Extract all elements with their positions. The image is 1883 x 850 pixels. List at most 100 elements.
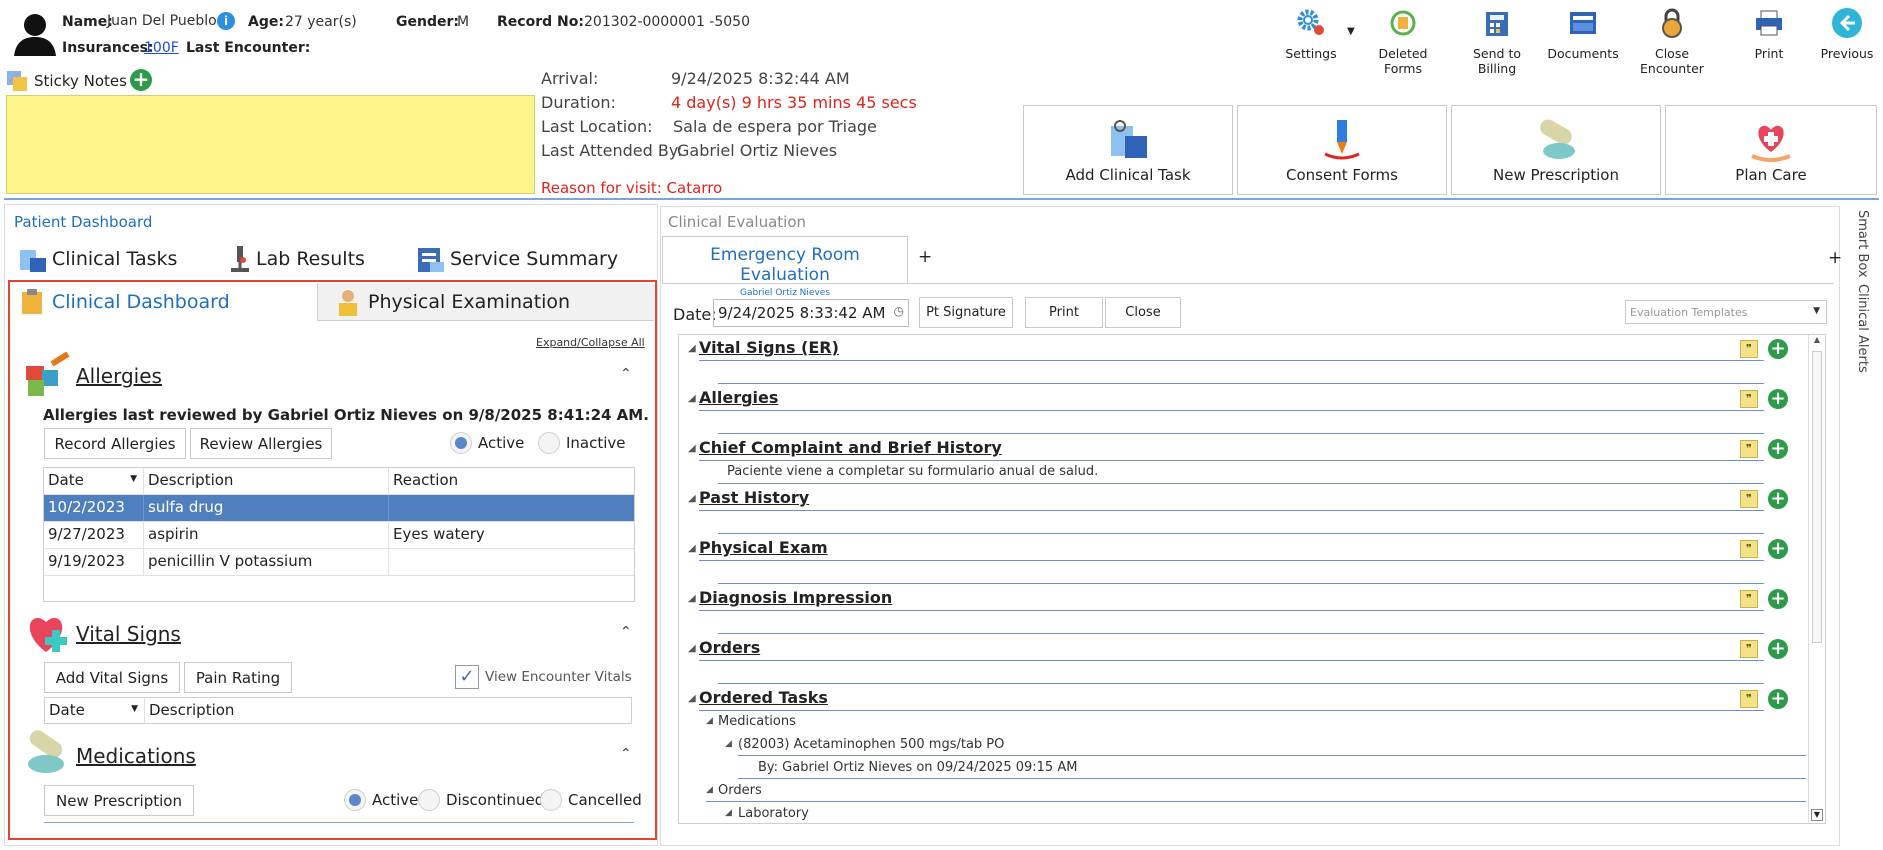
allergies-active-radio[interactable]: Active xyxy=(450,432,524,454)
col-reaction-header[interactable]: Reaction xyxy=(389,468,634,494)
tree-medications[interactable]: Medications xyxy=(718,714,796,729)
collapse-section-icon[interactable]: ◢ xyxy=(688,443,696,454)
review-allergies-button[interactable]: Review Allergies xyxy=(190,428,332,459)
table-row[interactable]: 9/27/2023 aspirin Eyes watery xyxy=(44,522,634,549)
table-row[interactable]: 9/19/2023 penicillin V potassium xyxy=(44,549,634,576)
quote-note-icon[interactable]: ❞ xyxy=(1740,640,1758,658)
section-title[interactable]: Physical Exam xyxy=(699,538,828,557)
quote-note-icon[interactable]: ❞ xyxy=(1740,590,1758,608)
evaluation-section[interactable]: ◢ Vital Signs (ER) ❞ + xyxy=(688,338,1808,384)
meds-active-radio[interactable]: Active xyxy=(344,789,418,811)
close-evaluation-button[interactable]: Close xyxy=(1105,297,1181,328)
documents-button[interactable]: Documents xyxy=(1538,6,1628,61)
vital-signs-title[interactable]: Vital Signs xyxy=(76,622,181,646)
tab-clinical-tasks[interactable]: Clinical Tasks xyxy=(18,244,177,274)
collapse-section-icon[interactable]: ◢ xyxy=(688,643,696,654)
evaluation-section[interactable]: ◢ Past History ❞ + xyxy=(688,488,1808,534)
insurance-link[interactable]: 100F xyxy=(144,40,179,56)
section-title[interactable]: Orders xyxy=(699,638,760,657)
collapse-section-icon[interactable]: ◢ xyxy=(688,543,696,554)
tab-service-summary[interactable]: Service Summary xyxy=(416,244,618,274)
collapse-tree-icon[interactable]: ◢ xyxy=(706,716,713,726)
collapse-medications-icon[interactable]: ⌃ xyxy=(620,746,632,762)
collapse-vitals-icon[interactable]: ⌃ xyxy=(620,624,632,640)
add-section-icon[interactable]: + xyxy=(1768,489,1788,509)
add-section-icon[interactable]: + xyxy=(1768,389,1788,409)
section-title[interactable]: Past History xyxy=(699,488,809,507)
quote-note-icon[interactable]: ❞ xyxy=(1740,490,1758,508)
collapse-tree-icon[interactable]: ◢ xyxy=(706,785,713,795)
section-title[interactable]: Vital Signs (ER) xyxy=(699,338,839,357)
smart-box-tab[interactable]: Smart Box xyxy=(1850,210,1870,280)
meds-cancelled-radio[interactable]: Cancelled xyxy=(540,789,642,811)
section-title[interactable]: Chief Complaint and Brief History xyxy=(699,438,1002,457)
quote-note-icon[interactable]: ❞ xyxy=(1740,440,1758,458)
table-row[interactable]: 10/2/2023 sulfa drug xyxy=(44,495,634,522)
scroll-down-icon[interactable]: ▼ xyxy=(1811,809,1823,821)
expand-collapse-link[interactable]: Expand/Collapse All xyxy=(536,336,645,349)
collapse-section-icon[interactable]: ◢ xyxy=(688,393,696,404)
evaluation-section[interactable]: ◢ Allergies ❞ + xyxy=(688,388,1808,434)
col-date-header[interactable]: Date ▼ xyxy=(44,468,144,494)
record-allergies-button[interactable]: Record Allergies xyxy=(44,428,186,459)
tree-med-item[interactable]: (82003) Acetaminophen 500 mgs/tab PO xyxy=(738,737,1004,752)
print-toolbar-button[interactable]: Print xyxy=(1724,6,1814,61)
tab-physical-examination[interactable]: Physical Examination xyxy=(318,283,654,321)
new-prescription-button[interactable]: New Prescription xyxy=(44,785,194,816)
sticky-notes-area[interactable] xyxy=(6,95,535,194)
pain-rating-button[interactable]: Pain Rating xyxy=(184,662,292,693)
add-section-icon[interactable]: + xyxy=(1768,689,1788,709)
evaluation-section[interactable]: ◢ Ordered Tasks ❞ + xyxy=(688,688,1808,734)
close-encounter-button[interactable]: Close Encounter xyxy=(1627,6,1717,76)
vitals-col-description[interactable]: Description xyxy=(145,698,625,723)
add-section-icon[interactable]: + xyxy=(1768,589,1788,609)
add-sticky-note-button[interactable]: + xyxy=(130,69,152,91)
clinical-alerts-tab[interactable]: Clinical Alerts xyxy=(1850,284,1870,374)
chevron-down-icon[interactable]: ▼ xyxy=(1347,26,1355,37)
add-tab-button[interactable]: + xyxy=(918,247,932,267)
col-description-header[interactable]: Description xyxy=(144,468,389,494)
add-section-icon[interactable]: + xyxy=(1768,539,1788,559)
collapse-section-icon[interactable]: ◢ xyxy=(688,693,696,704)
section-title[interactable]: Ordered Tasks xyxy=(699,688,828,707)
vitals-col-date[interactable]: Date ▼ xyxy=(45,698,145,723)
date-input[interactable]: 9/24/2025 8:33:42 AM ◷ xyxy=(713,299,909,327)
deleted-forms-button[interactable]: Deleted Forms xyxy=(1358,6,1448,76)
calendar-icon[interactable]: ◷ xyxy=(894,304,904,318)
settings-button[interactable]: Settings xyxy=(1266,6,1356,61)
allergies-inactive-radio[interactable]: Inactive xyxy=(538,432,626,454)
medications-title[interactable]: Medications xyxy=(76,744,196,768)
collapse-tree-icon[interactable]: ◢ xyxy=(725,808,732,818)
collapse-section-icon[interactable]: ◢ xyxy=(688,493,696,504)
evaluation-section[interactable]: ◢ Physical Exam ❞ + xyxy=(688,538,1808,584)
pt-signature-button[interactable]: Pt Signature xyxy=(919,297,1013,328)
collapse-allergies-icon[interactable]: ⌃ xyxy=(620,366,632,382)
add-clinical-task-button[interactable]: Add Clinical Task xyxy=(1023,105,1233,195)
tree-orders[interactable]: Orders xyxy=(718,783,762,798)
quote-note-icon[interactable]: ❞ xyxy=(1740,390,1758,408)
tree-laboratory[interactable]: Laboratory xyxy=(738,806,809,821)
consent-forms-button[interactable]: Consent Forms xyxy=(1237,105,1447,195)
evaluation-section[interactable]: ◢ Diagnosis Impression ❞ + xyxy=(688,588,1808,634)
section-title[interactable]: Allergies xyxy=(699,388,778,407)
print-evaluation-button[interactable]: Print xyxy=(1025,297,1103,328)
tab-clinical-dashboard[interactable]: Clinical Dashboard xyxy=(12,283,318,321)
info-icon[interactable]: i xyxy=(217,12,235,30)
add-evaluation-button[interactable]: + xyxy=(1828,248,1842,268)
new-prescription-top-button[interactable]: New Prescription xyxy=(1451,105,1661,195)
quote-note-icon[interactable]: ❞ xyxy=(1740,540,1758,558)
tab-lab-results[interactable]: Lab Results xyxy=(228,244,365,274)
view-encounter-vitals-checkbox[interactable]: ✓ View Encounter Vitals xyxy=(455,665,632,689)
allergies-title[interactable]: Allergies xyxy=(76,364,162,388)
evaluation-templates-select[interactable]: Evaluation Templates ▼ xyxy=(1625,300,1827,324)
collapse-section-icon[interactable]: ◢ xyxy=(688,593,696,604)
scroll-thumb[interactable] xyxy=(1812,351,1822,643)
add-section-icon[interactable]: + xyxy=(1768,639,1788,659)
plan-care-button[interactable]: Plan Care xyxy=(1665,105,1877,195)
quote-note-icon[interactable]: ❞ xyxy=(1740,340,1758,358)
tab-emergency-room-evaluation[interactable]: Emergency Room Evaluation Gabriel Ortiz … xyxy=(662,236,908,298)
add-section-icon[interactable]: + xyxy=(1768,439,1788,459)
scroll-up-icon[interactable]: ▲ xyxy=(1809,335,1825,344)
send-to-billing-button[interactable]: Send to Billing xyxy=(1452,6,1542,76)
meds-discontinued-radio[interactable]: Discontinued xyxy=(418,789,544,811)
